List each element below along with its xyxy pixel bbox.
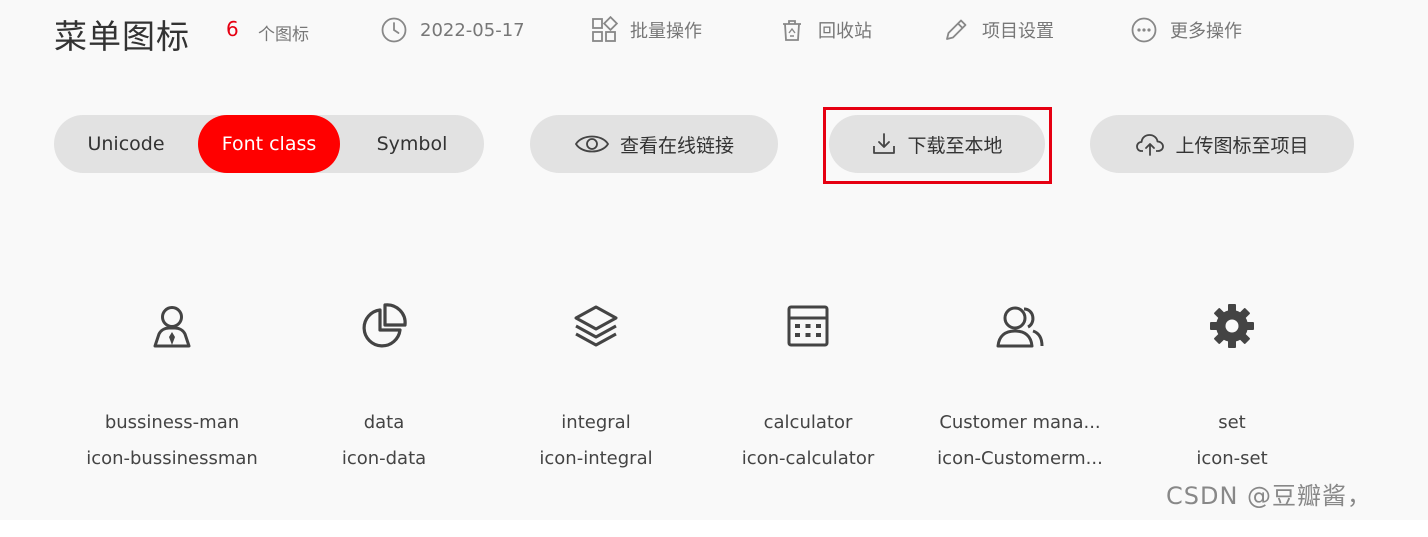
icon-count-label: 个图标 <box>258 25 309 45</box>
tab-font-class[interactable]: Font class <box>198 115 340 173</box>
more-dots-icon <box>1131 17 1157 43</box>
icon-name: calculator <box>763 412 853 433</box>
icon-card[interactable]: integral icon-integral <box>490 290 702 469</box>
date-info: 2022-05-17 <box>380 14 525 46</box>
icon-count: 6 <box>226 17 239 41</box>
eye-icon <box>574 135 610 153</box>
gear-icon <box>1210 304 1254 348</box>
recycle-bin-label: 回收站 <box>818 21 872 42</box>
icon-class-name: icon-Customerm... <box>937 448 1103 469</box>
project-settings-button[interactable]: 项目设置 <box>942 14 1054 46</box>
download-highlight-box <box>823 107 1052 184</box>
icon-class-name: icon-integral <box>539 448 653 469</box>
format-tabs: Unicode Font class Symbol <box>54 115 484 173</box>
icon-project-panel: 菜单图标 6 个图标 2022-05-17 批量操作 回收站 项目设置 更多操作… <box>0 0 1428 520</box>
icon-class-name: icon-calculator <box>741 448 875 469</box>
calculator-icon <box>787 305 829 347</box>
pie-chart-icon <box>362 303 407 348</box>
batch-operation-button[interactable]: 批量操作 <box>590 14 702 46</box>
icon-card[interactable]: bussiness-man icon-bussinessman <box>66 290 278 469</box>
icon-card[interactable]: set icon-set <box>1126 290 1338 469</box>
more-operations-label: 更多操作 <box>1170 21 1242 42</box>
recycle-bin-button[interactable]: 回收站 <box>778 14 872 46</box>
tab-symbol[interactable]: Symbol <box>340 115 484 173</box>
businessman-icon <box>153 306 191 348</box>
project-settings-label: 项目设置 <box>982 21 1054 42</box>
icon-card[interactable]: calculator icon-calculator <box>702 290 914 469</box>
customers-icon <box>996 306 1044 348</box>
tab-unicode[interactable]: Unicode <box>54 115 198 173</box>
page-bottom-strip <box>0 520 1428 537</box>
pencil-icon <box>946 19 967 40</box>
batch-operation-label: 批量操作 <box>630 21 702 42</box>
icon-name: integral <box>561 412 631 433</box>
more-operations-button[interactable]: 更多操作 <box>1130 14 1242 46</box>
batch-grid-icon <box>592 16 618 42</box>
date-label: 2022-05-17 <box>420 19 525 41</box>
cloud-upload-icon <box>1136 134 1165 156</box>
icon-name: Customer mana... <box>939 412 1101 433</box>
trash-icon <box>783 20 801 41</box>
icon-card[interactable]: data icon-data <box>278 290 490 469</box>
icon-class-name: icon-bussinessman <box>86 448 258 469</box>
icon-class-name: icon-set <box>1196 448 1268 469</box>
icon-class-name: icon-data <box>341 448 427 469</box>
clock-icon <box>381 17 407 43</box>
watermark: CSDN @豆瓣酱， <box>1166 482 1373 510</box>
view-online-link-label: 查看在线链接 <box>619 134 734 157</box>
upload-to-project-button[interactable]: 上传图标至项目 <box>1090 115 1354 173</box>
layers-icon <box>574 305 618 347</box>
view-online-link-button[interactable]: 查看在线链接 <box>530 115 778 173</box>
icon-name: bussiness-man <box>104 412 240 433</box>
icon-name: data <box>363 412 405 433</box>
upload-to-project-label: 上传图标至项目 <box>1175 134 1309 157</box>
page-title: 菜单图标 <box>54 17 190 56</box>
icon-name: set <box>1218 412 1246 433</box>
icon-card[interactable]: Customer mana... icon-Customerm... <box>914 290 1126 469</box>
